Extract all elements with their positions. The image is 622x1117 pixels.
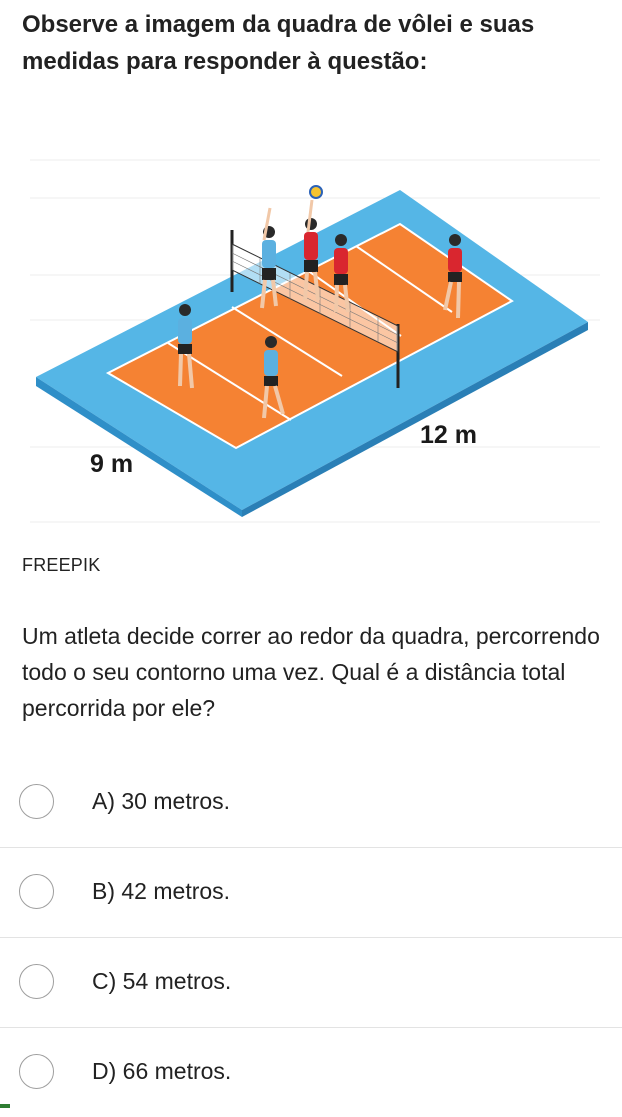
option-label: C) 54 metros. — [92, 968, 232, 994]
image-credit: FREEPIK — [22, 555, 101, 575]
option-label: A) 30 metros. — [92, 788, 231, 814]
question-text: Um atleta decide correr ao redor da quad… — [22, 623, 600, 721]
radio-button[interactable] — [19, 784, 54, 819]
court-width-label: 9 m — [90, 450, 133, 478]
ball-icon — [309, 185, 323, 199]
option-c[interactable]: C) 54 metros. — [0, 938, 622, 1028]
answer-options: A) 30 metros. B) 42 metros. C) 54 metros… — [0, 758, 622, 1117]
progress-indicator — [0, 1104, 10, 1108]
radio-button[interactable] — [19, 1054, 54, 1089]
court-length-label: 12 m — [420, 421, 477, 449]
option-b[interactable]: B) 42 metros. — [0, 848, 622, 938]
volleyball-court-illustration: 9 m 12 m — [30, 159, 600, 523]
option-d[interactable]: D) 66 metros. — [0, 1028, 622, 1117]
option-a[interactable]: A) 30 metros. — [0, 758, 622, 848]
option-label: B) 42 metros. — [92, 878, 231, 904]
radio-button[interactable] — [19, 964, 54, 999]
radio-button[interactable] — [19, 874, 54, 909]
question-title: Observe a imagem da quadra de vôlei e su… — [22, 11, 535, 75]
option-label: D) 66 metros. — [92, 1058, 232, 1084]
